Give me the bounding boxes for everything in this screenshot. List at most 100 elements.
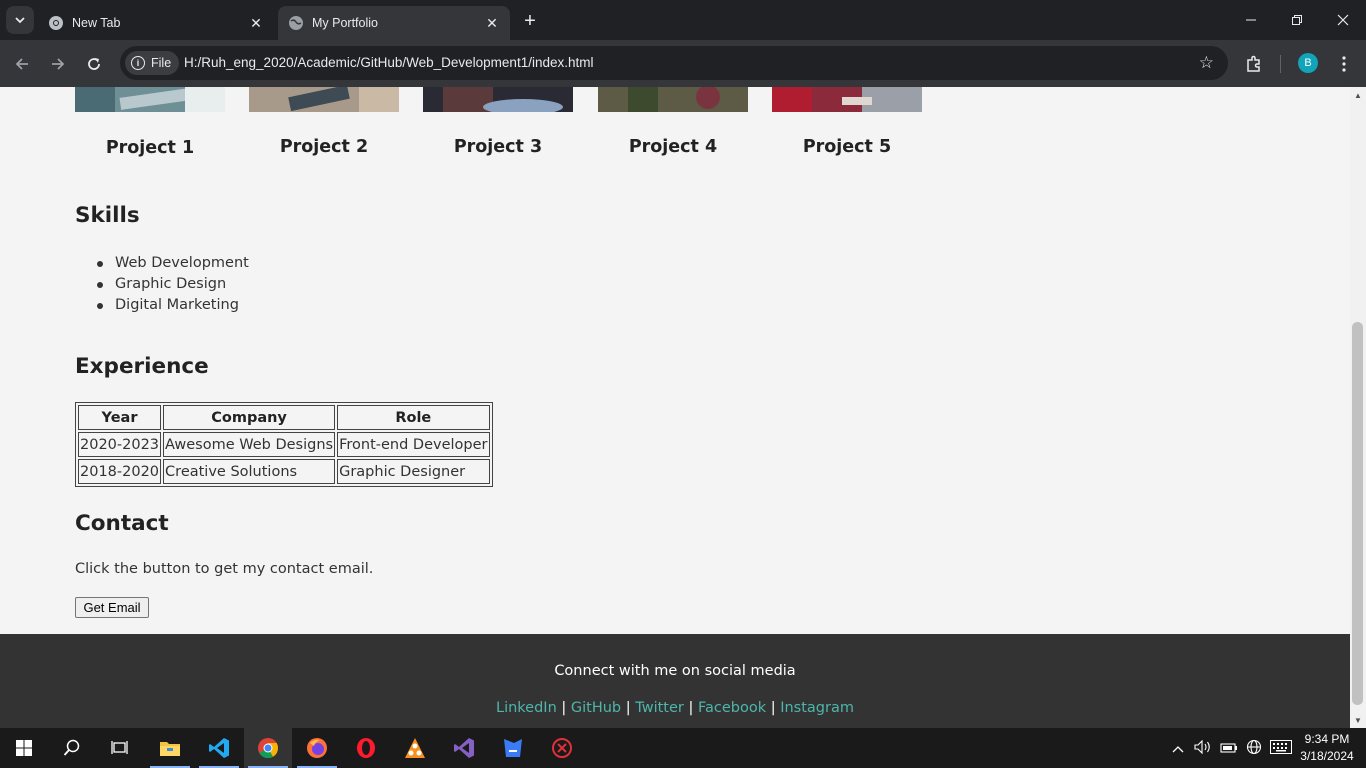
project-image[interactable] [423, 87, 573, 115]
tab-search-button[interactable] [6, 6, 34, 34]
table-cell: Creative Solutions [163, 459, 336, 484]
chevron-up-icon[interactable] [1172, 741, 1184, 756]
scroll-up-arrow[interactable]: ▲ [1350, 87, 1366, 103]
site-chip-label: File [151, 56, 172, 70]
linkedin-link[interactable]: LinkedIn [496, 700, 557, 716]
project-title: Project 1 [105, 138, 195, 158]
sourcetree-icon [405, 738, 425, 758]
facebook-link[interactable]: Facebook [698, 700, 766, 716]
file-explorer-button[interactable] [146, 728, 194, 768]
page-viewport: Project 1 Project 2 Project 3 Project 4 … [0, 87, 1350, 728]
taskbar-clock[interactable]: 9:34 PM 3/18/2024 [1296, 731, 1358, 765]
list-item: Digital Marketing [97, 295, 249, 316]
instagram-link[interactable]: Instagram [780, 700, 854, 716]
scroll-down-arrow[interactable]: ▼ [1350, 712, 1366, 728]
project-image[interactable] [598, 87, 748, 112]
forward-button[interactable] [44, 50, 72, 78]
network-globe-icon[interactable] [1246, 739, 1262, 758]
puzzle-icon [1247, 55, 1260, 72]
volume-icon[interactable] [1194, 739, 1212, 757]
contact-text: Click the button to get my contact email… [75, 561, 374, 577]
opera-button[interactable] [342, 728, 390, 768]
opera-icon [357, 738, 375, 758]
visual-studio-icon [454, 738, 474, 758]
tab-strip: New Tab ✕ My Portfolio ✕ + [0, 0, 1366, 40]
twitter-link[interactable]: Twitter [635, 700, 684, 716]
back-button[interactable] [8, 50, 36, 78]
tab-title: My Portfolio [312, 16, 378, 30]
reload-button[interactable] [80, 50, 108, 78]
new-tab-button[interactable]: + [518, 9, 542, 33]
table-cell: 2020-2023 [78, 432, 162, 457]
site-info-chip[interactable]: i File [125, 51, 180, 75]
keyboard-icon[interactable] [1270, 739, 1292, 757]
restore-icon [1292, 15, 1302, 25]
close-window-button[interactable] [1320, 0, 1366, 40]
intellij-button[interactable] [489, 728, 537, 768]
skills-list: Web Development Graphic Design Digital M… [97, 253, 249, 316]
app-icon [552, 738, 572, 758]
link-separator: | [688, 700, 694, 716]
footer-connect-text: Connect with me on social media [554, 663, 796, 679]
table-cell: Front-end Developer [337, 432, 490, 457]
chevron-down-icon [15, 17, 25, 24]
github-link[interactable]: GitHub [571, 700, 621, 716]
app-button[interactable] [538, 728, 586, 768]
system-tray [1172, 728, 1292, 768]
experience-heading: Experience [75, 354, 209, 379]
social-links: LinkedIn | GitHub | Twitter | Facebook |… [0, 700, 1350, 716]
restore-button[interactable] [1274, 0, 1320, 40]
project-image[interactable] [75, 87, 225, 112]
column-header: Role [337, 405, 490, 430]
project-title: Project 3 [453, 137, 543, 157]
column-header: Company [163, 405, 336, 430]
arrow-left-icon [15, 58, 28, 70]
tab-new-tab[interactable]: New Tab ✕ [38, 6, 274, 40]
chrome-icon [258, 738, 279, 759]
url-text[interactable]: H:/Ruh_eng_2020/Academic/GitHub/Web_Deve… [184, 55, 593, 70]
globe-icon [288, 15, 304, 31]
project-title: Project 4 [628, 137, 718, 157]
bookmark-star-icon[interactable]: ☆ [1199, 53, 1214, 73]
close-tab-icon[interactable]: ✕ [246, 13, 266, 33]
page-footer: Connect with me on social media LinkedIn… [0, 634, 1350, 728]
get-email-button[interactable]: Get Email [75, 597, 149, 618]
visual-studio-button[interactable] [440, 728, 488, 768]
vscode-icon [209, 738, 229, 758]
info-icon: i [131, 56, 145, 70]
browser-menu-button[interactable] [1330, 50, 1358, 78]
close-tab-icon[interactable]: ✕ [482, 13, 502, 33]
firefox-icon [307, 738, 327, 758]
more-vert-icon [1342, 56, 1346, 72]
clock-date: 3/18/2024 [1300, 749, 1354, 763]
file-explorer-icon [160, 742, 180, 756]
taskbar-search-button[interactable] [48, 728, 96, 768]
vscode-button[interactable] [195, 728, 243, 768]
project-image[interactable] [249, 87, 399, 112]
sourcetree-button[interactable] [391, 728, 439, 768]
start-button[interactable] [0, 728, 48, 768]
arrow-right-icon [52, 58, 65, 70]
profile-avatar[interactable]: B [1298, 53, 1318, 73]
chrome-button[interactable] [244, 728, 292, 768]
address-bar[interactable]: i File H:/Ruh_eng_2020/Academic/GitHub/W… [120, 46, 1228, 80]
clock-time: 9:34 PM [1304, 732, 1350, 746]
page-scrollbar[interactable]: ▲ ▼ [1350, 87, 1366, 728]
table-cell: Awesome Web Designs [163, 432, 336, 457]
minimize-button[interactable] [1228, 0, 1274, 40]
task-view-button[interactable] [96, 728, 144, 768]
experience-table: Year Company Role 2020-2023 Awesome Web … [75, 402, 493, 487]
minimize-icon [1246, 19, 1256, 21]
task-view-icon [111, 741, 128, 754]
project-image[interactable] [772, 87, 922, 112]
close-icon [1337, 14, 1349, 26]
contact-heading: Contact [75, 511, 169, 536]
scrollbar-thumb[interactable] [1352, 322, 1363, 705]
skills-heading: Skills [75, 203, 140, 228]
extensions-button[interactable] [1240, 50, 1268, 78]
reload-icon [88, 58, 100, 70]
link-separator: | [625, 700, 631, 716]
firefox-button[interactable] [293, 728, 341, 768]
tab-my-portfolio[interactable]: My Portfolio ✕ [278, 6, 510, 40]
battery-icon[interactable] [1220, 741, 1238, 756]
